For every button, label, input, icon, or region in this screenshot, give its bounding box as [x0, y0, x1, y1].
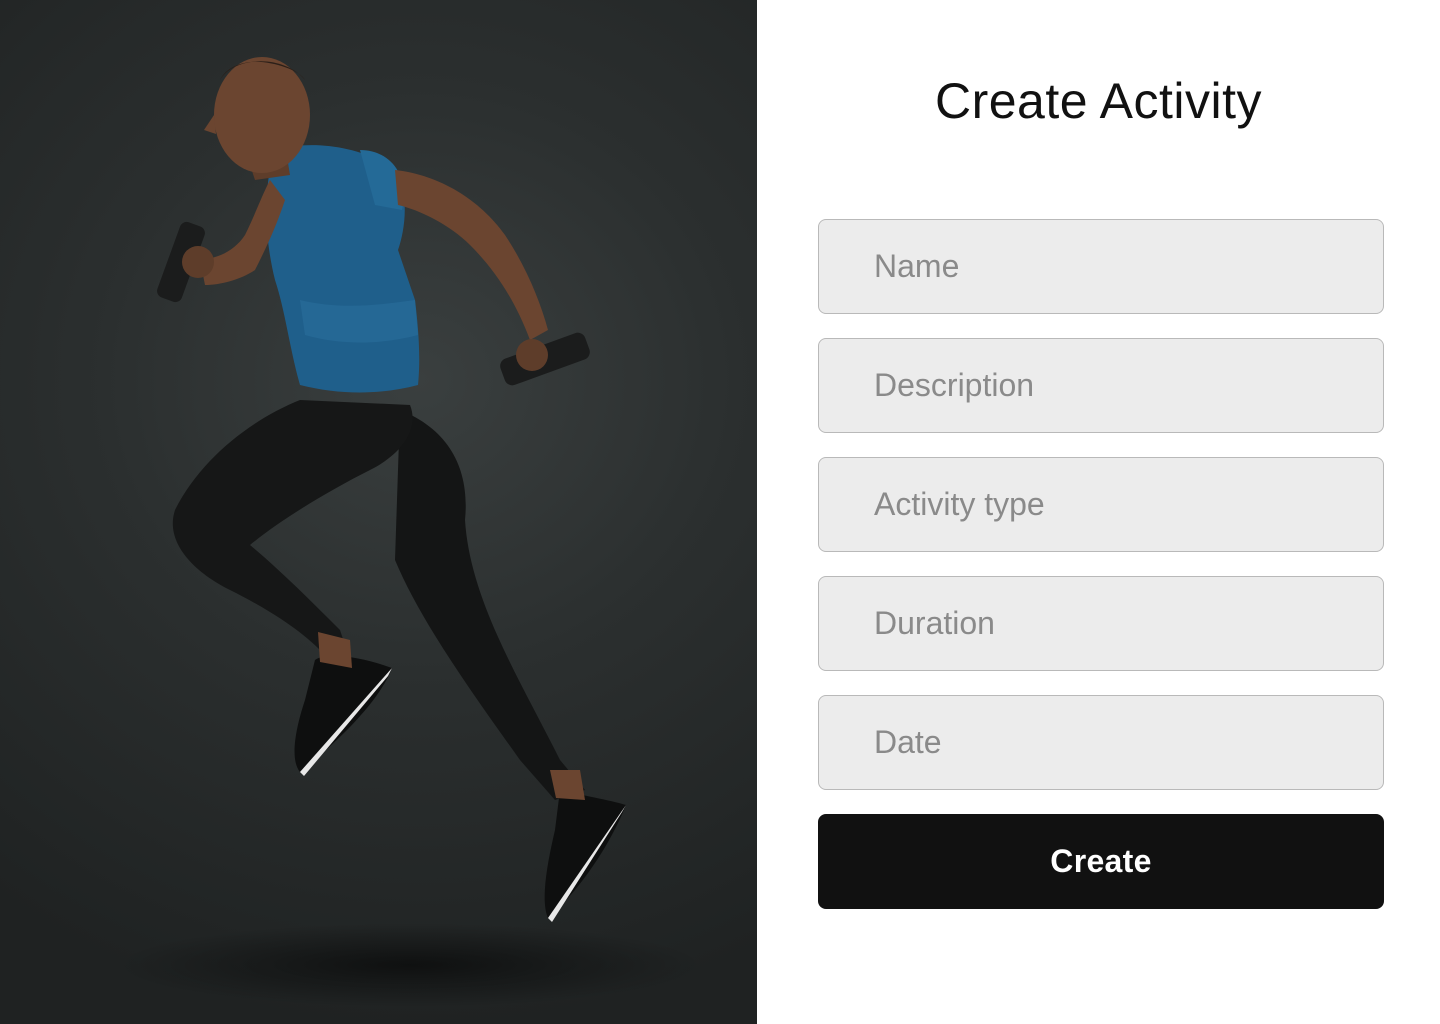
- back-shoe: [544, 790, 626, 918]
- duration-input[interactable]: [818, 576, 1384, 671]
- description-input[interactable]: [818, 338, 1384, 433]
- athlete-illustration: [157, 57, 626, 922]
- front-arm: [200, 180, 285, 285]
- head: [214, 57, 310, 173]
- back-arm: [395, 170, 548, 340]
- back-leg: [395, 410, 585, 800]
- name-input[interactable]: [818, 219, 1384, 314]
- create-activity-panel: Create Activity Create: [757, 0, 1440, 1024]
- page-title: Create Activity: [934, 73, 1263, 129]
- date-input[interactable]: [818, 695, 1384, 790]
- front-leg: [172, 400, 413, 660]
- front-shoe: [294, 655, 392, 772]
- hero-image: [0, 0, 757, 1024]
- activity-type-input[interactable]: [818, 457, 1384, 552]
- create-button[interactable]: Create: [818, 814, 1384, 909]
